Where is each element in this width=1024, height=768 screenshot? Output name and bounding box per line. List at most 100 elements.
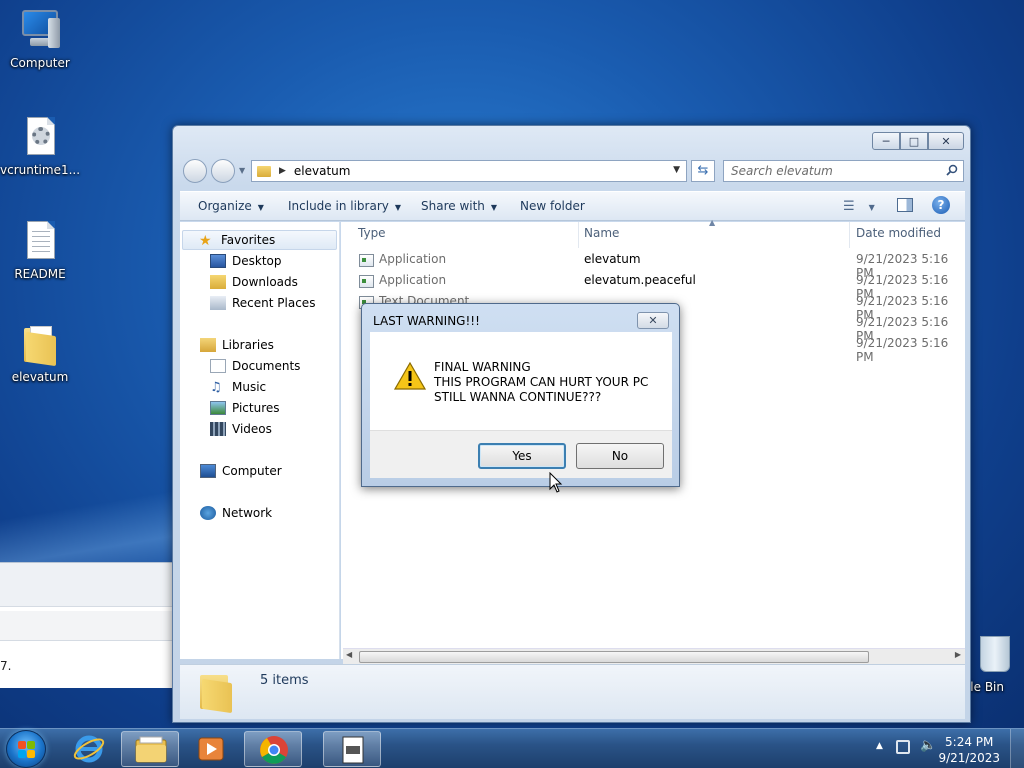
organize-button[interactable]: Organize ▼ bbox=[198, 199, 264, 213]
include-in-library-button[interactable]: Include in library ▼ bbox=[288, 199, 401, 213]
horizontal-scrollbar[interactable]: ◀ ▶ bbox=[343, 648, 965, 665]
dialog-title: LAST WARNING!!! bbox=[373, 314, 480, 328]
no-button[interactable]: No bbox=[576, 443, 664, 469]
breadcrumb-arrow-icon[interactable]: ▶ bbox=[279, 166, 286, 176]
nav-pictures[interactable]: Pictures bbox=[210, 398, 280, 418]
search-input[interactable]: Search elevatum bbox=[723, 160, 964, 182]
nav-network[interactable]: Network bbox=[200, 503, 272, 523]
back-button[interactable] bbox=[183, 159, 207, 183]
desktop-icon-elevatum[interactable]: elevatum bbox=[0, 322, 80, 384]
clock[interactable]: 5:24 PM 9/21/2023 bbox=[938, 734, 1000, 766]
dialog-body: FINAL WARNING THIS PROGRAM CAN HURT YOUR… bbox=[370, 332, 672, 430]
windows-logo-icon bbox=[18, 741, 36, 759]
computer-icon bbox=[200, 464, 216, 478]
nav-favorites[interactable]: ★ Favorites bbox=[182, 230, 337, 250]
command-bar: Organize ▼ Include in library ▼ Share with… bbox=[180, 191, 965, 221]
file-row[interactable]: Application elevatum.peaceful 9/21/2023 … bbox=[341, 273, 965, 301]
show-hidden-icons-icon[interactable]: ▲ bbox=[876, 741, 883, 751]
taskbar: ▲ 🔈 5:24 PM 9/21/2023 bbox=[0, 728, 1024, 768]
caption-buttons: ─ □ ✕ bbox=[872, 132, 964, 152]
warning-dialog[interactable]: LAST WARNING!!! ✕ FINAL WARNING THIS PRO… bbox=[361, 303, 680, 487]
nav-recent-places[interactable]: Recent Places bbox=[210, 293, 315, 313]
dialog-message: FINAL WARNING THIS PROGRAM CAN HURT YOUR… bbox=[434, 360, 648, 405]
dialog-message-line: STILL WANNA CONTINUE??? bbox=[434, 390, 602, 404]
background-window-text: 7. bbox=[0, 659, 12, 673]
documents-icon bbox=[210, 359, 226, 373]
volume-muted-icon[interactable]: 🔈 bbox=[920, 738, 936, 753]
folder-icon bbox=[257, 165, 271, 177]
sort-ascending-icon: ▲ bbox=[709, 218, 716, 227]
nav-downloads[interactable]: Downloads bbox=[210, 272, 298, 292]
text-file-icon bbox=[18, 219, 62, 263]
address-dropdown-icon[interactable]: ▼ bbox=[673, 165, 680, 175]
system-tray: ▲ 🔈 5:24 PM 9/21/2023 bbox=[864, 729, 1024, 768]
chevron-down-icon: ▼ bbox=[257, 203, 264, 212]
close-icon: ✕ bbox=[648, 314, 658, 327]
taskbar-chrome[interactable] bbox=[244, 731, 302, 767]
forward-button[interactable] bbox=[211, 159, 235, 183]
scrollbar-thumb[interactable] bbox=[359, 651, 869, 663]
breadcrumb-current[interactable]: elevatum bbox=[294, 164, 351, 178]
nav-desktop[interactable]: Desktop bbox=[210, 251, 282, 271]
recent-places-icon bbox=[210, 296, 226, 310]
share-with-button[interactable]: Share with ▼ bbox=[421, 199, 497, 213]
new-folder-button[interactable]: New folder bbox=[520, 199, 585, 213]
taskbar-windows-explorer[interactable] bbox=[121, 731, 179, 767]
close-button[interactable]: ✕ bbox=[928, 132, 964, 150]
close-icon: ✕ bbox=[941, 134, 951, 148]
scroll-left-icon[interactable]: ◀ bbox=[346, 650, 352, 659]
yes-button[interactable]: Yes bbox=[478, 443, 566, 469]
desktop-icon-label: vcruntime1... bbox=[0, 163, 81, 177]
libraries-icon bbox=[200, 338, 216, 352]
item-count: 5 items bbox=[260, 673, 309, 688]
recent-pages-dropdown-icon[interactable]: ▼ bbox=[239, 166, 245, 175]
nav-music[interactable]: ♫ Music bbox=[210, 377, 266, 397]
column-header-type[interactable]: Type bbox=[358, 226, 386, 240]
media-player-icon bbox=[198, 737, 224, 761]
desktop-icon-vcruntime[interactable]: vcruntime1... bbox=[0, 115, 80, 177]
maximize-button[interactable]: □ bbox=[900, 132, 928, 150]
taskbar-media-player[interactable] bbox=[182, 731, 240, 767]
refresh-icon: ⇆ bbox=[697, 163, 709, 178]
nav-videos[interactable]: Videos bbox=[210, 419, 272, 439]
search-placeholder: Search elevatum bbox=[731, 164, 833, 178]
minimize-button[interactable]: ─ bbox=[872, 132, 900, 150]
help-icon[interactable]: ? bbox=[932, 196, 950, 214]
column-header-date-modified[interactable]: Date modified bbox=[856, 226, 941, 240]
navigation-pane: ★ Favorites Desktop Downloads Recent Pla… bbox=[180, 222, 340, 659]
star-icon: ★ bbox=[199, 233, 212, 249]
dialog-close-button[interactable]: ✕ bbox=[637, 312, 669, 329]
taskbar-internet-explorer[interactable] bbox=[60, 731, 118, 767]
desktop-icon-label: README bbox=[14, 267, 66, 281]
desktop-icon-readme[interactable]: README bbox=[0, 219, 80, 281]
nav-libraries[interactable]: Libraries bbox=[200, 335, 274, 355]
nav-documents[interactable]: Documents bbox=[210, 356, 300, 376]
file-row[interactable]: Application elevatum 9/21/2023 5:16 PM bbox=[341, 252, 965, 280]
downloads-icon bbox=[210, 275, 226, 289]
address-bar[interactable]: ▶ elevatum ▼ bbox=[251, 160, 687, 182]
background-window[interactable]: 7. bbox=[0, 562, 172, 688]
network-icon bbox=[200, 506, 216, 520]
mouse-cursor-icon bbox=[549, 472, 563, 493]
scroll-right-icon[interactable]: ▶ bbox=[955, 650, 961, 659]
nav-computer[interactable]: Computer bbox=[200, 461, 282, 481]
chevron-down-icon: ▼ bbox=[490, 203, 498, 212]
desktop-icon-label: Computer bbox=[10, 56, 70, 70]
start-button[interactable] bbox=[6, 730, 46, 768]
elevatum-app-icon bbox=[342, 736, 364, 764]
clock-time: 5:24 PM bbox=[945, 735, 994, 749]
folder-icon bbox=[198, 671, 234, 714]
search-icon[interactable] bbox=[946, 164, 958, 176]
preview-pane-icon[interactable] bbox=[897, 198, 913, 212]
application-icon bbox=[359, 254, 374, 267]
pictures-icon bbox=[210, 401, 226, 415]
refresh-button[interactable]: ⇆ bbox=[691, 160, 715, 182]
desktop-icon-computer[interactable]: Computer bbox=[0, 8, 80, 70]
network-status-icon[interactable] bbox=[896, 740, 910, 754]
folder-icon bbox=[18, 322, 62, 367]
taskbar-elevatum-app[interactable] bbox=[323, 731, 381, 767]
application-icon bbox=[359, 275, 374, 288]
view-options-icon[interactable]: ☰ ▼ bbox=[843, 199, 875, 214]
show-desktop-button[interactable] bbox=[1010, 729, 1024, 768]
column-header-name[interactable]: Name bbox=[584, 226, 619, 240]
